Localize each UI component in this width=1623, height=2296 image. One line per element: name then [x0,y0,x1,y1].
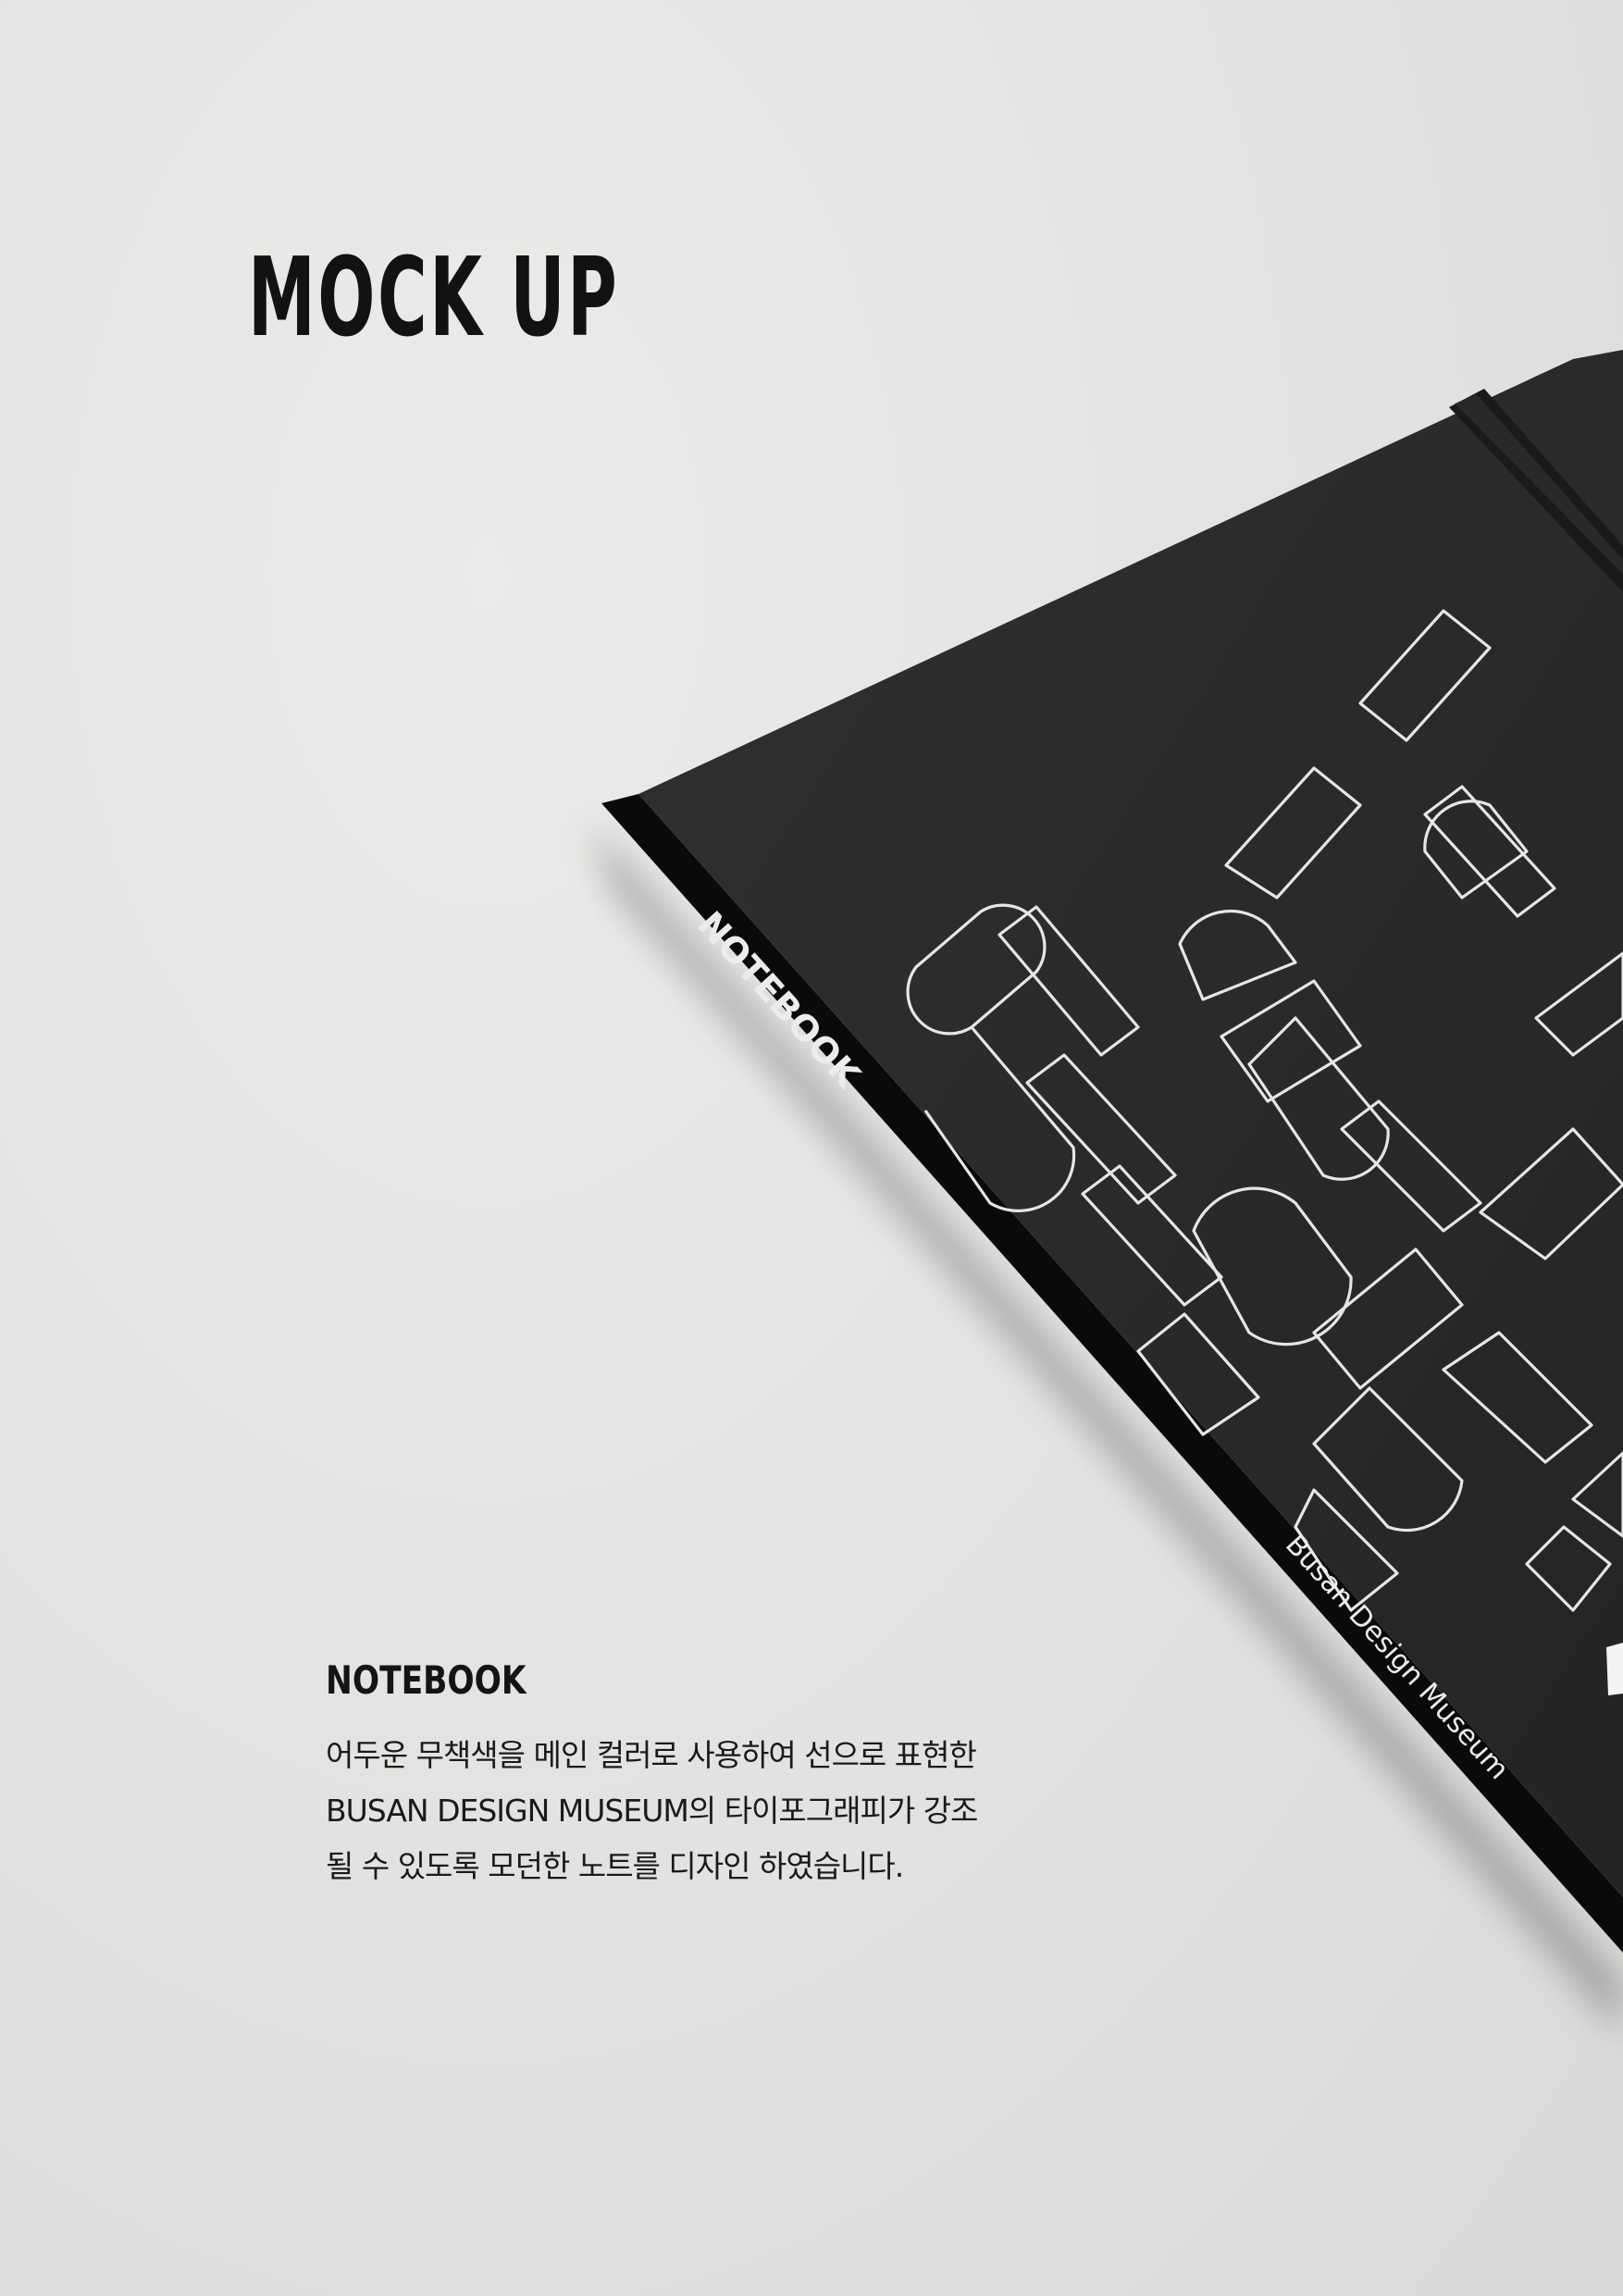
caption-line-2: BUSAN DESIGN MUSEUM의 타이포그래피가 강조 [326,1793,978,1829]
caption-line-1: 어두운 무책색을 메인 컬러로 사용하여 선으로 표현한 [326,1737,977,1773]
caption-title: NOTEBOOK [326,1657,527,1703]
cover-tab [1606,1643,1623,1695]
caption-line-3: 될 수 있도록 모던한 노트를 디자인 하였습니다. [326,1848,904,1884]
caption-block: NOTEBOOK 어두운 무책색을 메인 컬러로 사용하여 선으로 표현한 BU… [326,1661,1158,1894]
notebook-mockup-image: NOTEBOOK Busan Design Museum [592,350,1623,2036]
